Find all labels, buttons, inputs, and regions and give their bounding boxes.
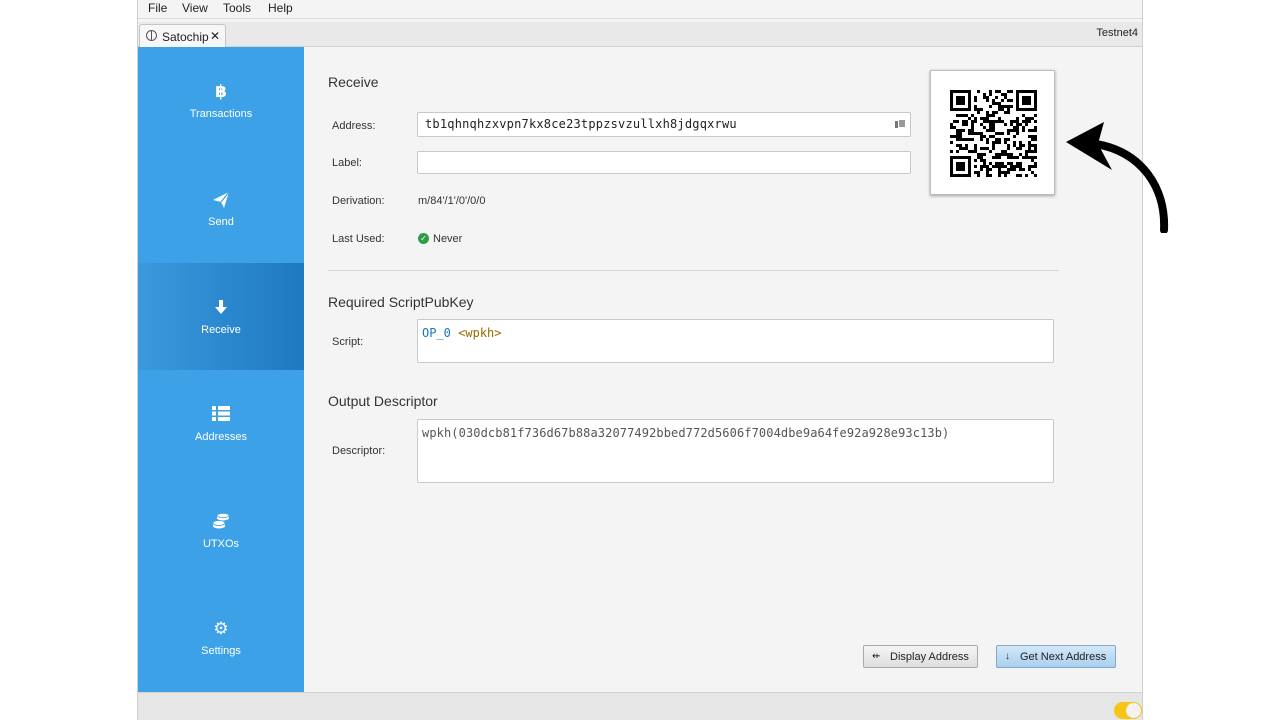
descriptor-section-title: Output Descriptor bbox=[328, 393, 438, 409]
sidebar-item-label: Transactions bbox=[189, 108, 253, 120]
script-field[interactable]: OP_0 <wpkh> bbox=[417, 319, 1054, 363]
address-field[interactable]: tb1qhnqhzxvpn7kx8ce23tppzsvzullxh8jdgqxr… bbox=[417, 112, 911, 137]
send-icon bbox=[138, 191, 304, 213]
last-used-label: Last Used: bbox=[332, 233, 385, 245]
menu-help[interactable]: Help bbox=[268, 1, 293, 15]
sidebar-item-label: Receive bbox=[201, 324, 241, 336]
coins-icon bbox=[138, 512, 304, 535]
close-icon[interactable]: ✕ bbox=[210, 29, 220, 43]
status-bar bbox=[138, 692, 1142, 720]
get-next-address-button[interactable]: ↓ Get Next Address bbox=[996, 645, 1116, 668]
usb-icon: ⇷ bbox=[872, 651, 881, 662]
receive-title: Receive bbox=[328, 74, 379, 90]
address-qr-code[interactable] bbox=[930, 70, 1055, 195]
script-value: OP_0 <wpkh> bbox=[422, 326, 502, 340]
script-label: Script: bbox=[332, 336, 364, 348]
sidebar-item-send[interactable]: Send bbox=[138, 155, 304, 262]
descriptor-label: Descriptor: bbox=[332, 445, 386, 457]
sidebar-item-label: Addresses bbox=[195, 431, 247, 443]
derivation-label: Derivation: bbox=[332, 195, 385, 207]
last-used-value: Never bbox=[433, 233, 463, 245]
address-value: tb1qhnqhzxvpn7kx8ce23tppzsvzullxh8jdgqxr… bbox=[425, 117, 737, 131]
wallet-globe-icon bbox=[146, 30, 157, 41]
tab-label: Satochip bbox=[162, 30, 209, 44]
bitcoin-icon: ฿ bbox=[215, 82, 227, 101]
menu-tools[interactable]: Tools bbox=[223, 1, 251, 15]
descriptor-field[interactable]: wpkh(030dcb81f736d67b88a32077492bbed772d… bbox=[417, 419, 1054, 483]
receive-panel: Receive Address: tb1qhnqhzxvpn7kx8ce23tp… bbox=[304, 47, 1142, 692]
script-argument: <wpkh> bbox=[458, 326, 502, 340]
sidebar-item-transactions[interactable]: ฿ Transactions bbox=[138, 47, 304, 154]
sidebar: ฿ Transactions Send Receive Addresses UT… bbox=[138, 47, 304, 692]
address-label: Address: bbox=[332, 120, 376, 132]
menu-view[interactable]: View bbox=[182, 1, 208, 15]
copy-icon[interactable] bbox=[895, 119, 906, 129]
annotation-arrow-icon bbox=[1066, 122, 1169, 233]
display-address-button[interactable]: ⇷ Display Address bbox=[863, 645, 978, 668]
network-label: Testnet4 bbox=[1096, 27, 1138, 39]
sidebar-item-settings[interactable]: ⚙ Settings bbox=[138, 584, 304, 691]
sidebar-item-label: UTXOs bbox=[202, 538, 240, 550]
arrow-down-icon: ↓ bbox=[1005, 651, 1010, 662]
sidebar-item-label: Settings bbox=[201, 645, 241, 657]
sidebar-item-utxos[interactable]: UTXOs bbox=[138, 477, 304, 584]
derivation-value: m/84'/1'/0'/0/0 bbox=[418, 195, 486, 207]
receive-icon bbox=[138, 299, 304, 319]
addresses-icon bbox=[138, 406, 304, 425]
sidebar-item-receive[interactable]: Receive bbox=[138, 263, 304, 370]
sidebar-item-label: Send bbox=[208, 216, 234, 228]
check-circle-icon: ✓ bbox=[418, 233, 429, 244]
app-window: File View Tools Help Satochip ✕ Testnet4… bbox=[137, 0, 1143, 720]
menu-bar: File View Tools Help bbox=[138, 0, 1142, 19]
menu-file[interactable]: File bbox=[148, 1, 167, 15]
sidebar-item-addresses[interactable]: Addresses bbox=[138, 370, 304, 477]
tab-bar: Satochip ✕ Testnet4 bbox=[138, 22, 1142, 47]
label-field[interactable] bbox=[417, 151, 911, 174]
gear-icon: ⚙ bbox=[213, 619, 229, 638]
script-section-title: Required ScriptPubKey bbox=[328, 294, 474, 310]
qr-code-image bbox=[950, 90, 1037, 177]
divider bbox=[328, 270, 1059, 271]
theme-toggle[interactable] bbox=[1114, 702, 1142, 719]
tab-satochip[interactable]: Satochip ✕ bbox=[139, 24, 226, 47]
script-opcode: OP_0 bbox=[422, 326, 451, 340]
descriptor-value: wpkh(030dcb81f736d67b88a32077492bbed772d… bbox=[422, 426, 950, 440]
label-label: Label: bbox=[332, 157, 362, 169]
